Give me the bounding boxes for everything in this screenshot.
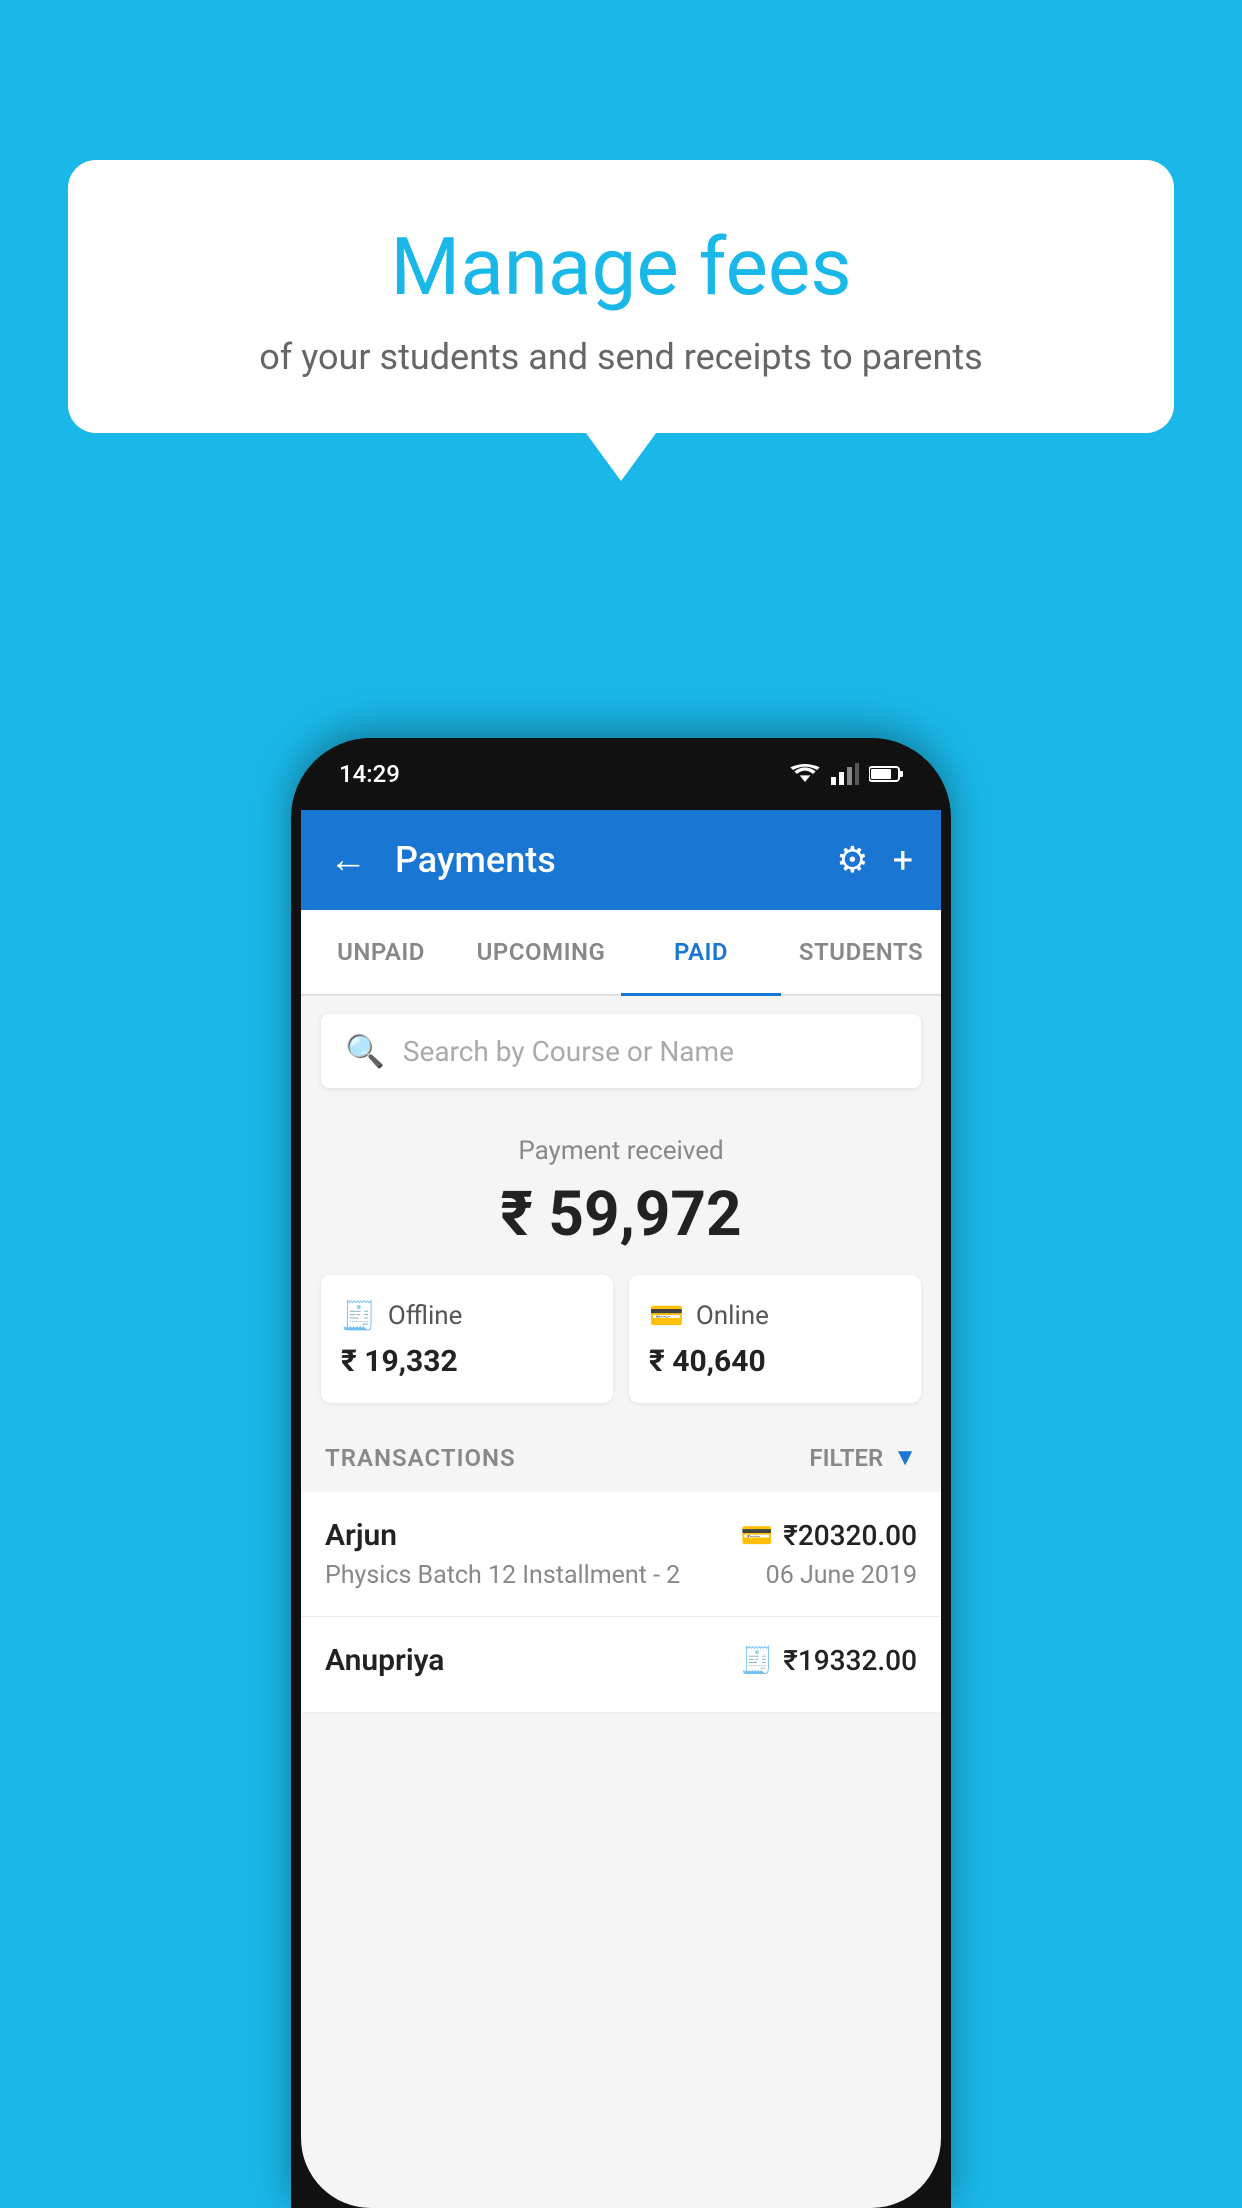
app-bar: ← Payments ⚙ + [301,810,941,910]
search-input[interactable]: Search by Course or Name [403,1035,734,1068]
online-icon: 💳 [649,1299,684,1332]
filter-button[interactable]: FILTER ▼ [809,1443,917,1472]
app-bar-title: Payments [395,839,816,881]
status-bar: 14:29 [291,738,951,810]
battery-icon [869,765,903,783]
online-label: Online [696,1301,769,1331]
offline-icon: 🧾 [341,1299,376,1332]
search-box[interactable]: 🔍 Search by Course or Name [321,1014,921,1088]
wifi-icon [789,763,821,785]
transaction-row1: Arjun 💳 ₹20320.00 [325,1518,917,1553]
app-bar-actions: ⚙ + [836,839,913,881]
payment-summary: Payment received ₹ 59,972 🧾 Offline ₹ 19… [301,1106,941,1423]
tab-paid[interactable]: PAID [621,910,781,994]
transaction-name: Arjun [325,1518,397,1553]
online-amount: ₹ 40,640 [649,1344,901,1379]
transactions-header: TRANSACTIONS FILTER ▼ [301,1423,941,1492]
status-time: 14:29 [339,760,400,788]
tabs-bar: UNPAID UPCOMING PAID STUDENTS [301,910,941,996]
table-row[interactable]: Anupriya 🧾 ₹19332.00 [301,1617,941,1713]
transaction-amount-wrap: 💳 ₹20320.00 [741,1519,917,1552]
offline-amount: ₹ 19,332 [341,1344,593,1379]
signal-icon [831,763,859,785]
offline-label: Offline [388,1301,463,1331]
transaction-amount: ₹20320.00 [783,1519,917,1552]
transaction-row2: Physics Batch 12 Installment - 2 06 June… [325,1561,917,1590]
add-icon[interactable]: + [893,839,913,881]
transaction-course: Physics Batch 12 Installment - 2 [325,1561,680,1590]
tab-unpaid[interactable]: UNPAID [301,910,461,994]
offline-card-header: 🧾 Offline [341,1299,593,1332]
transactions-label: TRANSACTIONS [325,1444,516,1472]
transaction-type-icon: 💳 [741,1521,773,1551]
transaction-date: 06 June 2019 [766,1561,917,1590]
online-card: 💳 Online ₹ 40,640 [629,1275,921,1403]
transaction-name: Anupriya [325,1643,444,1678]
bubble-subtitle: of your students and send receipts to pa… [148,336,1094,378]
speech-bubble: Manage fees of your students and send re… [68,160,1174,433]
transaction-amount: ₹19332.00 [783,1644,917,1677]
transaction-amount-wrap: 🧾 ₹19332.00 [741,1644,917,1677]
back-button[interactable]: ← [329,838,367,882]
transaction-row1: Anupriya 🧾 ₹19332.00 [325,1643,917,1678]
speech-bubble-container: Manage fees of your students and send re… [68,160,1174,433]
settings-icon[interactable]: ⚙ [836,839,868,881]
search-container: 🔍 Search by Course or Name [301,996,941,1106]
offline-card: 🧾 Offline ₹ 19,332 [321,1275,613,1403]
filter-icon: ▼ [893,1443,917,1472]
search-icon: 🔍 [345,1032,385,1070]
transactions-list: Arjun 💳 ₹20320.00 Physics Batch 12 Insta… [301,1492,941,1713]
bubble-title: Manage fees [148,220,1094,314]
phone-notch [561,738,681,774]
table-row[interactable]: Arjun 💳 ₹20320.00 Physics Batch 12 Insta… [301,1492,941,1617]
online-card-header: 💳 Online [649,1299,901,1332]
payment-received-label: Payment received [321,1136,921,1166]
payment-total-amount: ₹ 59,972 [321,1178,921,1251]
phone-frame: 14:29 [291,738,951,2208]
status-icons [789,763,903,785]
phone-screen: ← Payments ⚙ + UNPAID UPCOMING PAID STUD… [301,810,941,2208]
payment-cards: 🧾 Offline ₹ 19,332 💳 Online ₹ 40,640 [321,1275,921,1403]
filter-label: FILTER [809,1444,883,1472]
tab-upcoming[interactable]: UPCOMING [461,910,621,994]
transaction-type-icon: 🧾 [741,1646,773,1676]
tab-students[interactable]: STUDENTS [781,910,941,994]
